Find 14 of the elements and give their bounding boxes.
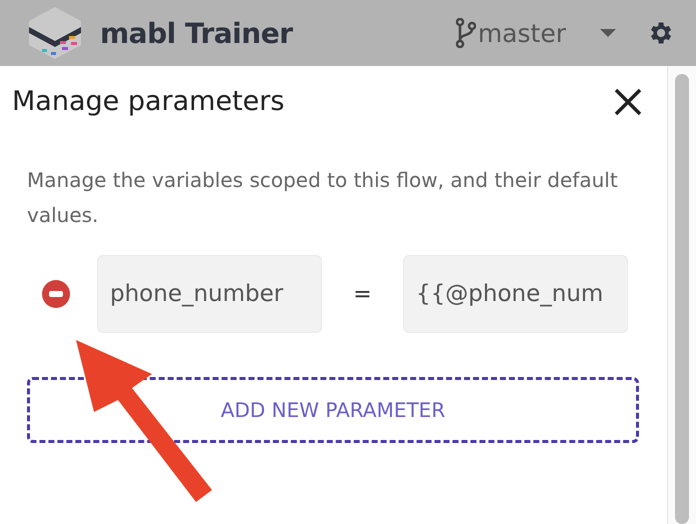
parameter-name-field[interactable]: phone_number (97, 255, 322, 333)
add-parameter-button[interactable]: ADD NEW PARAMETER (27, 377, 639, 443)
branch-icon (456, 18, 476, 48)
app-name: mabl Trainer (100, 16, 293, 50)
remove-icon[interactable] (42, 280, 70, 308)
scrollbar[interactable] (667, 66, 696, 524)
cube-logo-icon (26, 5, 84, 61)
parameter-value-field[interactable]: {{@phone_num (403, 255, 628, 333)
close-icon[interactable] (613, 86, 643, 116)
branch-name[interactable]: master (478, 18, 566, 48)
dropdown-caret-icon[interactable] (600, 29, 616, 37)
dialog-title: Manage parameters (12, 86, 284, 117)
dialog-description: Manage the variables scoped to this flow, and their default values. (27, 167, 619, 229)
equals-sign: = (352, 282, 373, 306)
